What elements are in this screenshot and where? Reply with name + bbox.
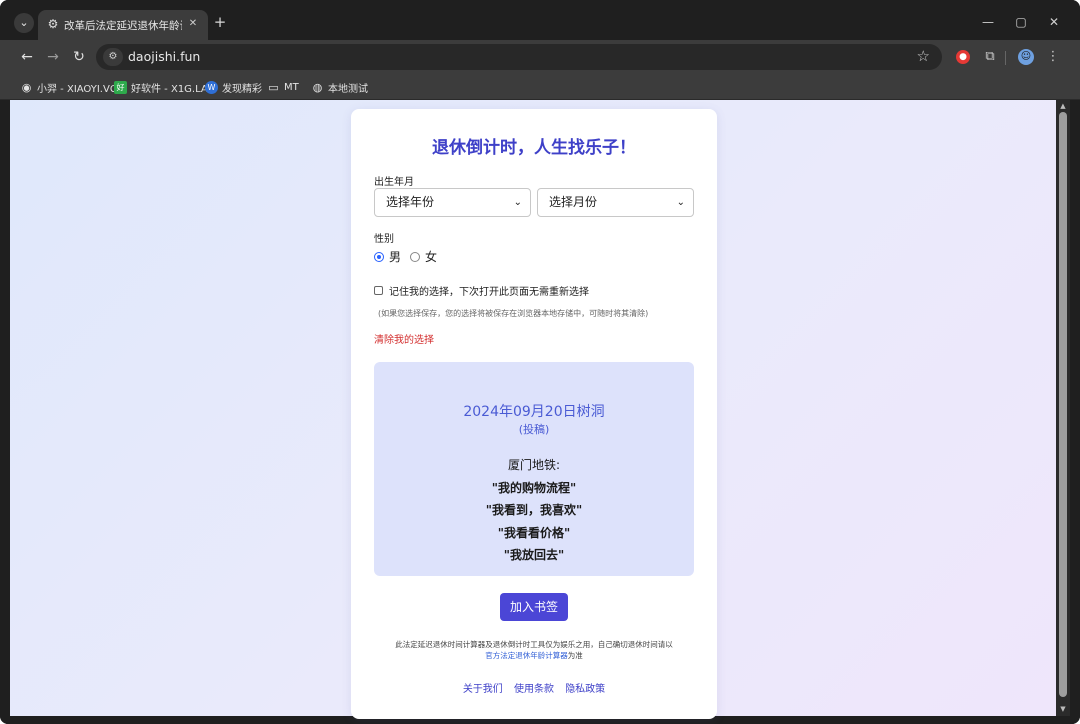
ad-line: 厦门地铁: xyxy=(507,458,561,472)
close-icon[interactable]: ✕ xyxy=(186,17,200,31)
calculator-card: 退休倒计时，人生找乐子！ 出生年月 选择年份 ⌄ 选择月份 ⌄ 性别 男 女 记… xyxy=(351,109,717,719)
tab-search-icon[interactable]: ⌄ xyxy=(14,13,34,33)
footer-links: 关于我们 使用条款 隐私政策 xyxy=(351,680,717,695)
tab-active[interactable]: ⚙ 改革后法定延迟退休年龄计算器 ✕ xyxy=(38,10,208,40)
bookmark-item[interactable]: ◍ 本地测试 xyxy=(311,79,368,95)
url-text[interactable]: daojishi.fun xyxy=(128,49,200,64)
disclaimer: 此法定延迟退休时间计算器及退休倒计时工具仅为娱乐之用，自己确切退休时间请以 官方… xyxy=(351,639,717,661)
window-close-icon[interactable]: ✕ xyxy=(1046,14,1062,30)
reload-icon[interactable]: ↻ xyxy=(70,48,88,66)
bookmarks-bar: ◉ 小羿 - XIAOYI.VC 好 好软件 - X1G.LA W 发现精彩 ▭… xyxy=(0,74,1080,100)
toolbar: ← → ↻ ⚙ daojishi.fun ☆ ● ⧉ ☺ ⋮ xyxy=(0,40,1080,74)
gear-icon: ⚙ xyxy=(47,17,59,31)
remember-hint: (如果您选择保存，您的选择将被保存在浏览器本地存储中，可随时将其清除) xyxy=(378,309,649,318)
gender-male-radio[interactable] xyxy=(374,251,384,262)
wordpress-icon: W xyxy=(205,80,218,94)
month-select-value: 选择月份 xyxy=(549,195,598,209)
bookmark-item[interactable]: ▭ MT xyxy=(267,79,299,95)
disclaimer-text: 此法定延迟退休时间计算器及退休倒计时工具仅为娱乐之用，自己确切退休时间请以 xyxy=(395,640,673,649)
official-calculator-link[interactable]: 官方法定退休年龄计算器 xyxy=(485,651,568,660)
globe-icon: ◍ xyxy=(312,80,323,94)
scroll-thumb[interactable] xyxy=(1059,112,1067,697)
profile-avatar-icon[interactable]: ☺ xyxy=(1018,49,1034,65)
scroll-down-icon[interactable]: ▼ xyxy=(1056,704,1070,714)
folder-icon: ▭ xyxy=(268,80,279,94)
disclaimer-suffix: 为准 xyxy=(567,651,583,660)
chevron-down-icon: ⌄ xyxy=(676,197,685,208)
bookmark-label: MT xyxy=(284,81,299,93)
gender-female-label[interactable]: 女 xyxy=(425,248,437,265)
bookmark-item[interactable]: ◉ 小羿 - XIAOYI.VC xyxy=(20,79,117,95)
add-bookmark-button[interactable]: 加入书签 xyxy=(500,593,568,621)
tab-strip: ⌄ ⚙ 改革后法定延迟退休年龄计算器 ✕ + — ▢ ✕ xyxy=(0,0,1080,40)
green-square-icon: 好 xyxy=(114,80,127,94)
extension-red-icon[interactable]: ● xyxy=(956,50,970,64)
address-bar[interactable]: ⚙ daojishi.fun ☆ xyxy=(96,44,942,70)
page-title: 退休倒计时，人生找乐子！ xyxy=(432,138,636,158)
toolbar-divider xyxy=(1005,51,1006,65)
remember-label[interactable]: 记住我的选择，下次打开此页面无需重新选择 xyxy=(389,283,589,298)
bookmark-label: 好软件 - X1G.LA xyxy=(131,83,208,95)
extensions-puzzle-icon[interactable]: ⧉ xyxy=(981,48,999,66)
bookmark-item[interactable]: 好 好软件 - X1G.LA xyxy=(114,79,208,95)
tab-title: 改革后法定延迟退休年龄计算器 xyxy=(64,20,182,32)
bookmark-label: 发现精彩 xyxy=(222,83,262,95)
circle-logo-icon: ◉ xyxy=(21,80,32,94)
bookmark-label: 本地测试 xyxy=(328,83,368,95)
maximize-icon[interactable]: ▢ xyxy=(1013,14,1029,30)
browser-window: ⌄ ⚙ 改革后法定延迟退休年龄计算器 ✕ + — ▢ ✕ ← → ↻ ⚙ dao… xyxy=(0,0,1080,724)
gender-label: 性别 xyxy=(374,234,394,245)
site-info-icon[interactable]: ⚙ xyxy=(103,48,123,66)
ad-line: "我放回去" xyxy=(503,548,565,562)
new-tab-icon[interactable]: + xyxy=(212,14,228,30)
gender-radio-group: 男 女 xyxy=(374,248,437,265)
ad-submission-link[interactable]: (投稿) xyxy=(374,421,694,437)
month-select[interactable]: 选择月份 ⌄ xyxy=(537,188,694,217)
minimize-icon[interactable]: — xyxy=(980,14,996,30)
remember-checkbox[interactable] xyxy=(374,286,383,295)
bookmark-item[interactable]: W 发现精彩 xyxy=(205,79,262,95)
privacy-link[interactable]: 隐私政策 xyxy=(565,684,605,695)
scrollbar[interactable]: ▲ ▼ xyxy=(1056,100,1070,716)
bookmark-star-icon[interactable]: ☆ xyxy=(917,47,930,65)
kebab-menu-icon[interactable]: ⋮ xyxy=(1044,48,1062,66)
chevron-down-icon: ⌄ xyxy=(513,197,522,208)
clear-selection-link[interactable]: 清除我的选择 xyxy=(374,331,434,346)
about-link[interactable]: 关于我们 xyxy=(463,684,503,695)
ad-date: 2024年09月20日树洞 xyxy=(463,404,605,420)
birth-label: 出生年月 xyxy=(374,177,414,188)
ad-line: "我看看价格" xyxy=(497,526,571,540)
back-arrow-icon[interactable]: ← xyxy=(18,48,36,66)
terms-link[interactable]: 使用条款 xyxy=(514,684,554,695)
scroll-up-icon[interactable]: ▲ xyxy=(1056,101,1070,111)
year-select[interactable]: 选择年份 ⌄ xyxy=(374,188,531,217)
ad-line: "我的购物流程" xyxy=(491,481,577,495)
forward-arrow-icon[interactable]: → xyxy=(44,48,62,66)
remember-row: 记住我的选择，下次打开此页面无需重新选择 xyxy=(374,283,589,298)
gender-female-radio[interactable] xyxy=(410,251,421,262)
ad-box: 2024年09月20日树洞 (投稿) 厦门地铁: "我的购物流程" "我看到，我… xyxy=(374,362,694,576)
ad-line: "我看到，我喜欢" xyxy=(485,503,583,517)
year-select-value: 选择年份 xyxy=(386,195,435,209)
gender-male-label[interactable]: 男 xyxy=(389,248,401,265)
bookmark-label: 小羿 - XIAOYI.VC xyxy=(37,83,117,95)
